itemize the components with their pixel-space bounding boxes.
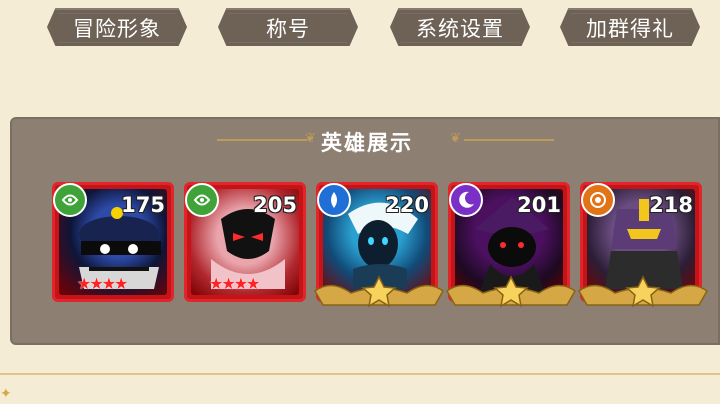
hero-level: 220	[385, 193, 429, 217]
hero-level: 201	[517, 193, 561, 217]
hero-level: 218	[649, 193, 693, 217]
hero-showcase-panel: ❦ 英雄展示 ❦ 175 ★★★★ 205 ★★★★ 220 201 218	[10, 117, 720, 345]
panel-title: 英雄展示	[321, 131, 413, 155]
gold-star-base	[446, 275, 576, 308]
ornament-icon: ❦	[450, 131, 461, 146]
gold-star-base	[578, 275, 708, 308]
tab-adventure-avatar[interactable]: 冒险形象	[47, 8, 187, 46]
star-rating: ★★★★	[209, 274, 260, 293]
tab-system-settings[interactable]: 系统设置	[390, 8, 530, 46]
hero-card[interactable]: 175 ★★★★	[52, 182, 174, 302]
gold-star-base	[314, 275, 444, 308]
wind-element-icon	[185, 183, 219, 217]
hero-level: 205	[253, 193, 297, 217]
hero-card[interactable]: 205 ★★★★	[184, 182, 306, 302]
tab-label: 加群得礼	[586, 17, 674, 41]
wind-element-icon	[53, 183, 87, 217]
tab-join-group-gift[interactable]: 加群得礼	[560, 8, 700, 46]
dark-element-icon	[449, 183, 483, 217]
star-rating: ★★★★	[77, 274, 128, 293]
tab-label: 称号	[266, 17, 310, 41]
fire-element-icon	[581, 183, 615, 217]
water-element-icon	[317, 183, 351, 217]
tab-label: 系统设置	[416, 17, 504, 41]
hero-card[interactable]: 201	[446, 182, 576, 308]
hero-level: 175	[121, 193, 165, 217]
top-tab-bar: 冒险形象 称号 系统设置 加群得礼	[0, 0, 720, 60]
corner-ornament-icon: ✦	[0, 386, 12, 402]
hero-card[interactable]: 218	[578, 182, 708, 308]
hero-card[interactable]: 220	[314, 182, 444, 308]
bottom-divider	[0, 373, 720, 375]
tab-label: 冒险形象	[73, 17, 161, 41]
title-decoration-right	[464, 139, 554, 141]
tab-title[interactable]: 称号	[218, 8, 358, 46]
